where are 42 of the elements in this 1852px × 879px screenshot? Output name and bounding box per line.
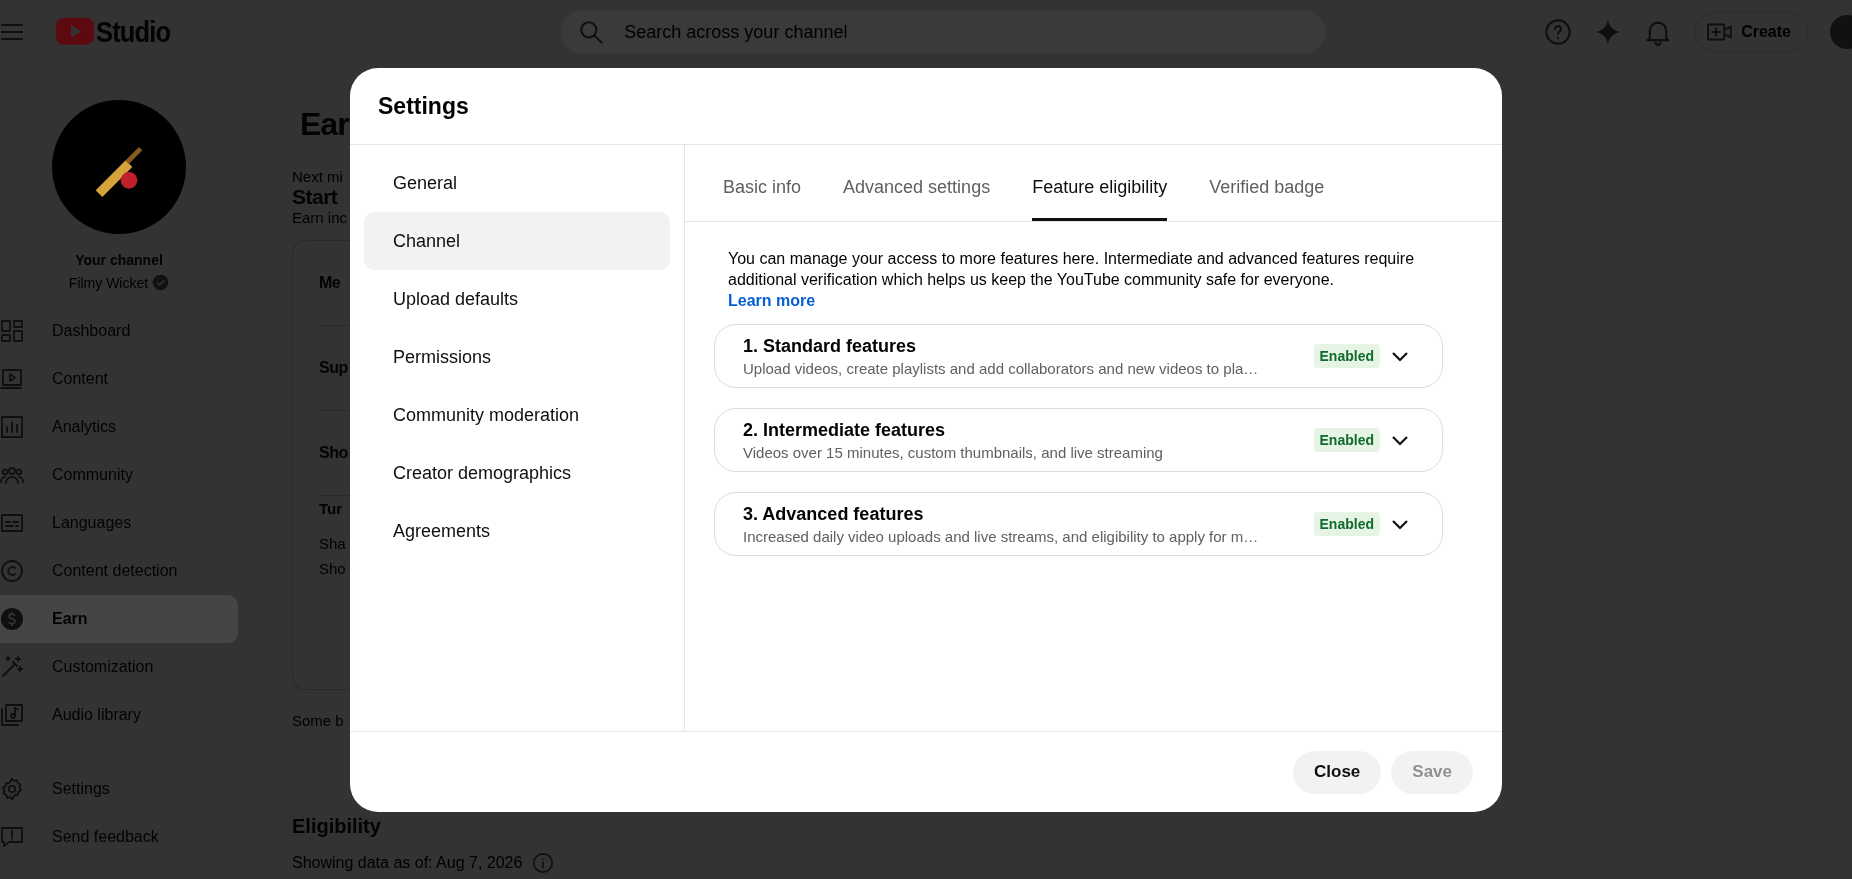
feature-title: 2. Intermediate features — [743, 419, 947, 441]
settings-icon — [0, 777, 24, 801]
feature-description: Videos over 15 minutes, custom thumbnails, and live streaming — [743, 443, 1164, 461]
feature-title: 1. Standard features — [743, 335, 918, 357]
description-text: You can manage your access to more features here. Intermediate and advanced features require additional verification which helps us keep the YouTube community safe for everyone. Learn more — [727, 249, 1416, 311]
settings-nav-item[interactable]: Creator demographics — [364, 444, 670, 502]
feature-description: Increased daily video uploads and live streams, and eligibility to apply for m… — [743, 527, 1260, 545]
status-badge: Enabled — [1313, 512, 1380, 536]
info-icon[interactable] — [532, 852, 555, 874]
copyright-icon — [0, 559, 24, 583]
settings-nav-item[interactable]: Permissions — [364, 328, 670, 386]
status-badge: Enabled — [1313, 428, 1380, 452]
settings-nav-item[interactable]: Upload defaults — [364, 270, 670, 328]
bar-chart-icon — [0, 415, 24, 439]
settings-nav-item[interactable]: Channel — [364, 212, 670, 270]
tab[interactable]: Verified badge — [1209, 157, 1325, 221]
feature-title: 3. Advanced features — [743, 503, 925, 525]
dialog-title: Settings — [350, 68, 1502, 145]
feature-card[interactable]: 1. Standard features Upload videos, create playlists and add collaborators and new videos to pla… Enabled — [714, 324, 1443, 388]
verified-check-icon — [152, 274, 170, 291]
settings-nav-item[interactable]: General — [364, 154, 670, 212]
dialog-button[interactable]: Close — [1293, 750, 1382, 794]
tab[interactable]: Feature eligibility — [1032, 157, 1168, 221]
feature-card[interactable]: 3. Advanced features Increased daily video uploads and live streams, and eligibility to apply for m… Enabled — [714, 492, 1443, 556]
feedback-icon — [0, 825, 24, 849]
magic-wand-icon — [0, 655, 24, 679]
search-field[interactable]: Search across your channel — [561, 10, 1327, 54]
search-icon — [578, 19, 605, 45]
help-icon[interactable] — [1544, 18, 1573, 46]
settings-nav-item[interactable]: Agreements — [364, 502, 670, 560]
status-badge: Enabled — [1313, 344, 1380, 368]
tab[interactable]: Advanced settings — [843, 157, 991, 221]
settings-nav-item[interactable]: Community moderation — [364, 386, 670, 444]
feature-description: Upload videos, create playlists and add collaborators and new videos to pla… — [743, 359, 1260, 377]
video-icon — [0, 367, 24, 391]
feature-card[interactable]: 2. Intermediate features Videos over 15 minutes, custom thumbnails, and live streaming Enabled — [714, 408, 1443, 472]
dollar-icon — [0, 607, 24, 631]
music-library-icon — [0, 703, 24, 727]
subtitles-icon — [0, 511, 24, 535]
dashboard-icon — [0, 319, 24, 343]
tab[interactable]: Basic info — [723, 157, 802, 221]
learn-more-link[interactable]: Learn more — [728, 292, 816, 309]
